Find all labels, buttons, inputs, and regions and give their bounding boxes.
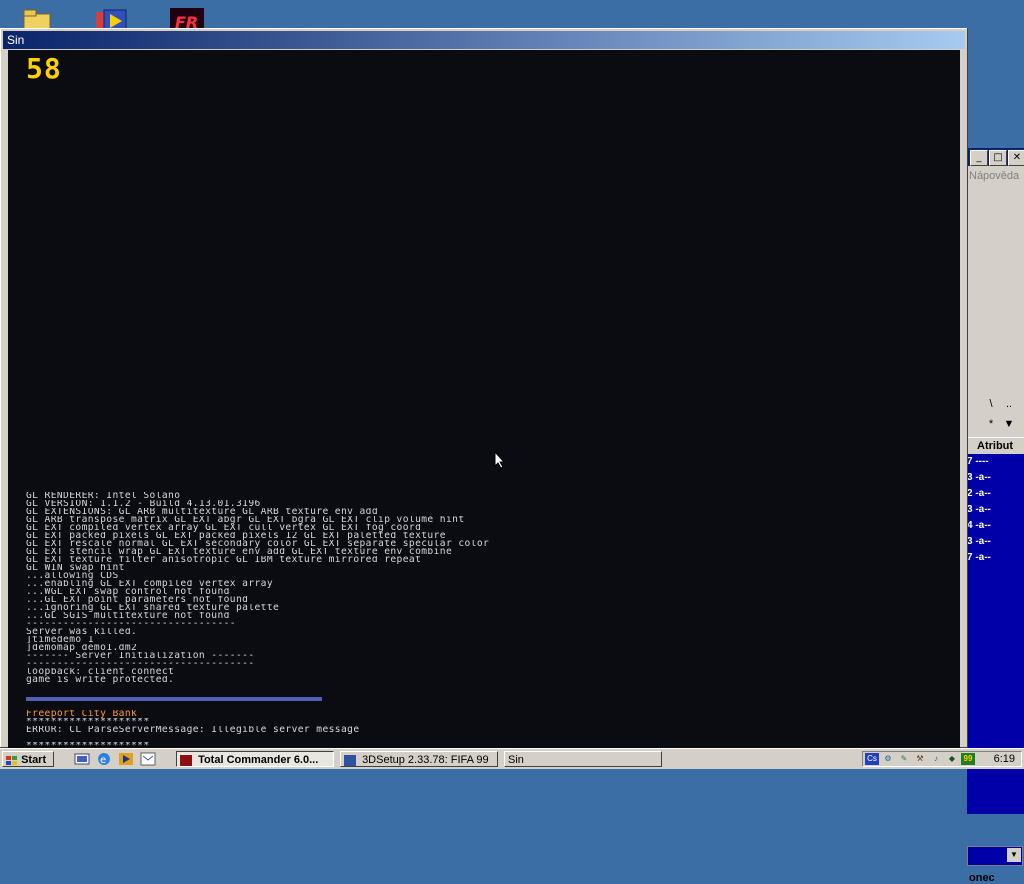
tray-misc-icon[interactable]: ◆ (945, 753, 959, 765)
minimize-button[interactable]: _ (970, 150, 988, 166)
maximize-button[interactable]: □ (989, 150, 1007, 166)
command-dropdown[interactable]: ▼ (967, 846, 1023, 866)
console-line: GL_EXT_packed_pixels GL_EXT_packed_pixel… (26, 532, 446, 540)
game-console: GL_RENDERER: Intel Solano GL_VERSION: 1.1… (26, 492, 940, 684)
system-tray: Cs ⚙ ✎ ⚒ ♪ ◆ 99 6:19 (862, 751, 1022, 767)
console-line: ERROR: CL_ParseServerMessage: Illegible … (26, 726, 360, 734)
window-titlebar: _ □ ✕ (967, 148, 1024, 166)
start-label: Start (21, 754, 47, 766)
console-line: Server was killed. (26, 628, 138, 636)
chevron-down-icon[interactable]: ▼ (1001, 416, 1017, 432)
console-line: GL_WIN_swap_hint (26, 564, 125, 572)
list-item[interactable]: 3 -a-- (967, 470, 1024, 486)
console-line: GL_EXT_rescale_normal GL_EXT_secondary_c… (26, 540, 490, 548)
console-line: ...ignoring GL_EXT_shared_texture_palett… (26, 604, 280, 612)
location-name: Freeport City Bank (26, 710, 138, 718)
drive-toolbar: \ .. * ▼ (967, 396, 1024, 430)
console-line: GL_EXT_stencil_wrap GL_EXT_texture_env_a… (26, 548, 453, 556)
console-line: ...allowing CDS (26, 572, 119, 580)
task-label: Sin (508, 754, 524, 766)
close-button[interactable]: ✕ (1008, 150, 1024, 166)
show-desktop-icon[interactable] (74, 752, 90, 766)
start-button[interactable]: Start (2, 751, 54, 767)
chevron-down-icon[interactable]: ▼ (1007, 848, 1021, 862)
windows-logo-icon (6, 755, 18, 766)
filter-button[interactable]: * (983, 416, 999, 432)
outlook-icon[interactable] (140, 752, 156, 766)
language-indicator[interactable]: Cs (865, 753, 879, 765)
column-header-attribute[interactable]: Atribut (967, 437, 1024, 455)
network-icon[interactable]: ⚙ (881, 753, 895, 765)
console-divider (26, 697, 322, 701)
console-line: GL_EXT_texture_filter_anisotropic GL_IBM… (26, 556, 422, 564)
console-line: ******************** (26, 718, 150, 726)
list-item[interactable]: 2 -a-- (967, 486, 1024, 502)
console-line: GL_EXTENSIONS: GL_ARB_multitexture GL_AR… (26, 508, 379, 516)
3dsetup-icon (344, 754, 356, 766)
console-line: GL_EXT_compiled_vertex_array GL_EXT_cull… (26, 524, 422, 532)
root-button[interactable]: \ (983, 396, 999, 412)
exit-label[interactable]: onec (969, 872, 995, 884)
task-total-commander[interactable]: Total Commander 6.0... (176, 751, 334, 767)
list-item[interactable]: 7 -a-- (967, 550, 1024, 566)
tray-app-icon[interactable]: ✎ (897, 753, 911, 765)
console-line: ]demomap demo1.dm2 (26, 644, 138, 652)
console-line: GL_RENDERER: Intel Solano (26, 492, 181, 500)
console-line: GL_VERSION: 1.1.2 - Build 4.13.01.3196 (26, 500, 261, 508)
console-line: ]timedemo 1 (26, 636, 94, 644)
console-line: GL_ARB_transpose_matrix GL_EXT_abgr GL_E… (26, 516, 465, 524)
game-viewport[interactable]: 58 GL_RENDERER: Intel Solano GL_VERSION: … (8, 50, 960, 766)
list-item[interactable]: 3 -a-- (967, 534, 1024, 550)
ie-icon[interactable]: e (96, 752, 112, 766)
volume-icon[interactable]: ♪ (929, 753, 943, 765)
total-commander-window: _ □ ✕ Nápověda \ .. * ▼ Atribut 7 ---- 3… (966, 148, 1024, 884)
fifa99-tray-icon[interactable]: 99 (961, 753, 975, 765)
tray-tool-icon[interactable]: ⚒ (913, 753, 927, 765)
console-line: ...GL_SGIS_multitexture not found (26, 612, 230, 620)
console-line: ...WGL_EXT_swap_control not found (26, 588, 230, 596)
list-item[interactable]: 3 -a-- (967, 502, 1024, 518)
floppy-icon (180, 754, 192, 766)
list-item[interactable]: 4 -a-- (967, 518, 1024, 534)
task-3dsetup[interactable]: 3DSetup 2.33.78: FIFA 99 (340, 751, 498, 767)
console-line: ------- Server Initialization ------- (26, 652, 255, 660)
sin-game-window: Sin 58 GL_RENDERER: Intel Solano GL_VERSI… (0, 28, 968, 766)
window-title[interactable]: Sin (3, 31, 965, 49)
console-line: loopback: client_connect (26, 668, 175, 676)
task-label: Total Commander 6.0... (198, 754, 319, 766)
console-line: ...GL_EXT_point_parameters not found (26, 596, 249, 604)
fps-counter: 58 (26, 52, 62, 85)
taskbar: Start e Total Commander 6.0... 3DSetup 2… (0, 748, 1024, 769)
media-player-icon[interactable] (118, 752, 134, 766)
task-label: 3DSetup 2.33.78: FIFA 99 (362, 754, 489, 766)
console-line: ------------------------------------- (26, 660, 255, 668)
clock[interactable]: 6:19 (994, 752, 1015, 766)
console-line: ...enabling GL_EXT_compiled_vertex_array (26, 580, 274, 588)
parent-button[interactable]: .. (1001, 396, 1017, 412)
mouse-cursor-icon (494, 450, 506, 474)
task-sin[interactable]: Sin (504, 751, 662, 767)
menu-help[interactable]: Nápověda (969, 170, 1019, 182)
svg-text:e: e (100, 755, 106, 766)
console-line: ---------------------------------- (26, 620, 236, 628)
list-item[interactable]: 7 ---- (967, 454, 1024, 470)
console-line: game is write protected. (26, 676, 175, 684)
